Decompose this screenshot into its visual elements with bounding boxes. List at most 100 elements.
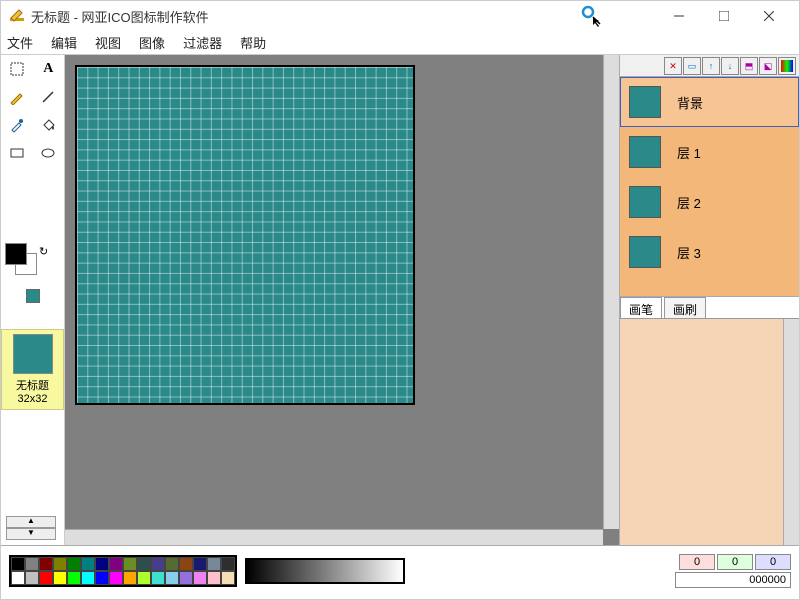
palette-cell[interactable] <box>67 571 81 585</box>
palette-cell[interactable] <box>109 571 123 585</box>
canvas-grid-overlay <box>77 67 413 403</box>
palette-cell[interactable] <box>179 557 193 571</box>
palette-cell[interactable] <box>25 557 39 571</box>
color-palette <box>9 555 237 587</box>
layer-name: 层 3 <box>677 243 701 262</box>
layer-delete-icon[interactable]: ✕ <box>664 57 682 75</box>
layer-duplicate-icon[interactable]: ⬕ <box>759 57 777 75</box>
line-tool[interactable] <box>33 83 65 111</box>
layer-toolbar: ✕ ▭ ↑ ↓ ⬒ ⬕ <box>620 55 799 77</box>
select-tool[interactable] <box>1 55 33 83</box>
close-button[interactable] <box>746 2 791 30</box>
palette-cell[interactable] <box>67 557 81 571</box>
palette-cell[interactable] <box>123 557 137 571</box>
layer-thumb <box>629 136 661 168</box>
palette-cell[interactable] <box>95 571 109 585</box>
layers-list: 背景层 1 层 2 层 3 <box>620 77 799 297</box>
layer-thumb <box>629 86 661 118</box>
brush-scrollbar[interactable] <box>783 319 799 545</box>
palette-cell[interactable] <box>53 557 67 571</box>
palette-cell[interactable] <box>95 557 109 571</box>
palette-cell[interactable] <box>137 571 151 585</box>
layer-thumb <box>629 236 661 268</box>
nav-up-button[interactable]: ▲ <box>6 516 56 528</box>
menu-image[interactable]: 图像 <box>139 33 165 52</box>
menu-file[interactable]: 文件 <box>7 33 33 52</box>
titlebar: 无标题 - 网亚ICO图标制作软件 <box>1 1 799 31</box>
palette-cell[interactable] <box>165 571 179 585</box>
palette-cell[interactable] <box>39 571 53 585</box>
layer-up-icon[interactable]: ↑ <box>702 57 720 75</box>
palette-cell[interactable] <box>11 571 25 585</box>
layer-row[interactable]: 层 2 <box>620 177 799 227</box>
palette-cell[interactable] <box>81 571 95 585</box>
palette-cell[interactable] <box>179 571 193 585</box>
layer-name: 层 1 <box>677 143 701 162</box>
palette-cell[interactable] <box>53 571 67 585</box>
foreground-color-swatch[interactable] <box>5 243 27 265</box>
palette-cell[interactable] <box>25 571 39 585</box>
window-buttons <box>656 2 791 30</box>
palette-cell[interactable] <box>221 557 235 571</box>
layer-down-icon[interactable]: ↓ <box>721 57 739 75</box>
palette-cell[interactable] <box>207 571 221 585</box>
mini-color-preview <box>26 289 40 303</box>
rgb-r-value: 0 <box>679 554 715 570</box>
gradient-bar[interactable] <box>245 558 405 584</box>
palette-cell[interactable] <box>221 571 235 585</box>
toolbox: A ↻ 无标题 32x32 <box>1 55 65 545</box>
tab-brush[interactable]: 画刷 <box>664 297 706 318</box>
palette-cell[interactable] <box>81 557 95 571</box>
thumbnail-size: 32x32 <box>6 393 59 405</box>
thumbnail-name: 无标题 <box>6 377 59 393</box>
eyedropper-tool[interactable] <box>1 111 33 139</box>
palette-cell[interactable] <box>193 557 207 571</box>
palette-cell[interactable] <box>151 571 165 585</box>
palette-cell[interactable] <box>123 571 137 585</box>
rect-tool[interactable] <box>1 139 33 167</box>
thumbnail-panel[interactable]: 无标题 32x32 <box>1 329 64 410</box>
layer-merge-icon[interactable]: ⬒ <box>740 57 758 75</box>
palette-cell[interactable] <box>11 557 25 571</box>
tab-pen[interactable]: 画笔 <box>620 297 662 318</box>
hex-value: 000000 <box>675 572 791 588</box>
canvas-scrollbar-horizontal[interactable] <box>65 529 603 545</box>
brush-panel <box>620 319 799 545</box>
bottombar: 0 0 0 000000 <box>1 545 799 595</box>
palette-cell[interactable] <box>151 557 165 571</box>
pencil-tool[interactable] <box>1 83 33 111</box>
palette-cell[interactable] <box>109 557 123 571</box>
swap-colors-icon[interactable]: ↻ <box>39 245 48 258</box>
rgb-g-value: 0 <box>717 554 753 570</box>
color-swatches[interactable]: ↻ <box>5 243 60 279</box>
layer-props-icon[interactable] <box>778 57 796 75</box>
menubar: 文件 编辑 视图 图像 过滤器 帮助 <box>1 31 799 55</box>
rgb-b-value: 0 <box>755 554 791 570</box>
layer-name: 背景 <box>677 93 703 112</box>
maximize-button[interactable] <box>701 2 746 30</box>
nav-down-button[interactable]: ▼ <box>6 528 56 540</box>
palette-cell[interactable] <box>207 557 221 571</box>
layer-row[interactable]: 层 3 <box>620 227 799 277</box>
palette-cell[interactable] <box>39 557 53 571</box>
layer-row[interactable]: 背景 <box>620 77 799 127</box>
palette-cell[interactable] <box>193 571 207 585</box>
menu-help[interactable]: 帮助 <box>240 33 266 52</box>
palette-cell[interactable] <box>137 557 151 571</box>
palette-cell[interactable] <box>165 557 179 571</box>
text-tool[interactable]: A <box>33 55 65 83</box>
layer-new-icon[interactable]: ▭ <box>683 57 701 75</box>
fill-tool[interactable] <box>33 111 65 139</box>
ellipse-tool[interactable] <box>33 139 65 167</box>
canvas-area <box>65 55 619 545</box>
layer-row[interactable]: 层 1 <box>620 127 799 177</box>
menu-edit[interactable]: 编辑 <box>51 33 77 52</box>
right-panel: ✕ ▭ ↑ ↓ ⬒ ⬕ 背景层 1 层 2 层 3 画笔 画刷 <box>619 55 799 545</box>
minimize-button[interactable] <box>656 2 701 30</box>
canvas-scrollbar-vertical[interactable] <box>603 55 619 529</box>
window-title: 无标题 - 网亚ICO图标制作软件 <box>31 7 656 26</box>
thumbnail-preview <box>13 334 53 374</box>
menu-filter[interactable]: 过滤器 <box>183 33 222 52</box>
menu-view[interactable]: 视图 <box>95 33 121 52</box>
canvas[interactable] <box>75 65 415 405</box>
